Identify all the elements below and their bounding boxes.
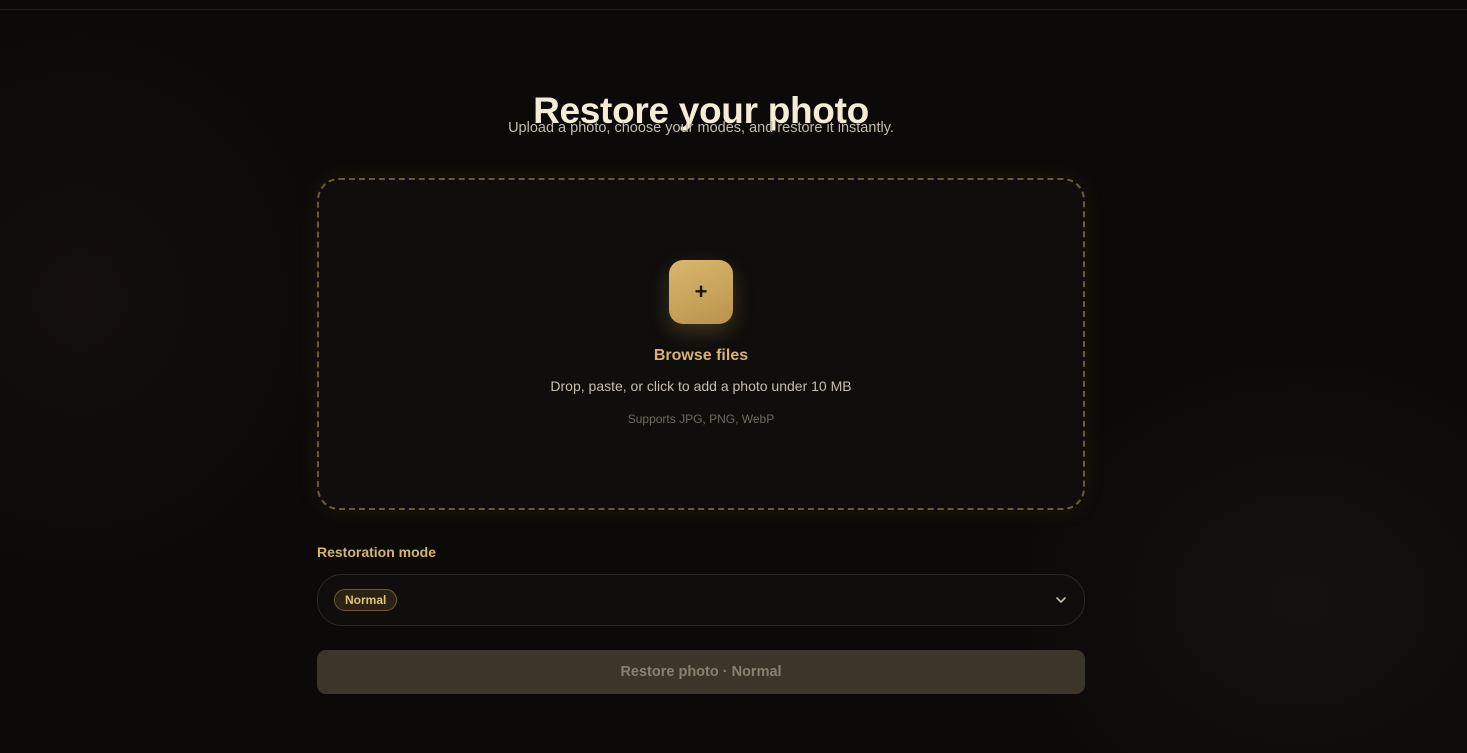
photo-dropzone[interactable] bbox=[317, 178, 1085, 510]
top-divider bbox=[0, 9, 1467, 10]
browse-files-link[interactable]: Browse files bbox=[0, 346, 1402, 366]
page: Restore your photo Upload a photo, choos… bbox=[0, 0, 1467, 753]
page-subtitle: Upload a photo, choose your modes, and r… bbox=[508, 120, 894, 136]
restoration-mode-label: Restoration mode bbox=[317, 544, 437, 560]
restoration-mode-select[interactable]: Normal bbox=[317, 574, 1085, 626]
add-photo-button[interactable]: + bbox=[669, 260, 733, 324]
selected-mode-chip: Normal bbox=[334, 589, 398, 611]
upload-hint: Drop, paste, or click to add a photo und… bbox=[550, 378, 852, 394]
chevron-down-icon bbox=[1056, 597, 1066, 603]
plus-icon: + bbox=[694, 279, 708, 304]
restore-photo-button[interactable]: Restore photo · Normal bbox=[317, 650, 1085, 694]
supported-formats: Supports JPG, PNG, WebP bbox=[627, 412, 775, 426]
